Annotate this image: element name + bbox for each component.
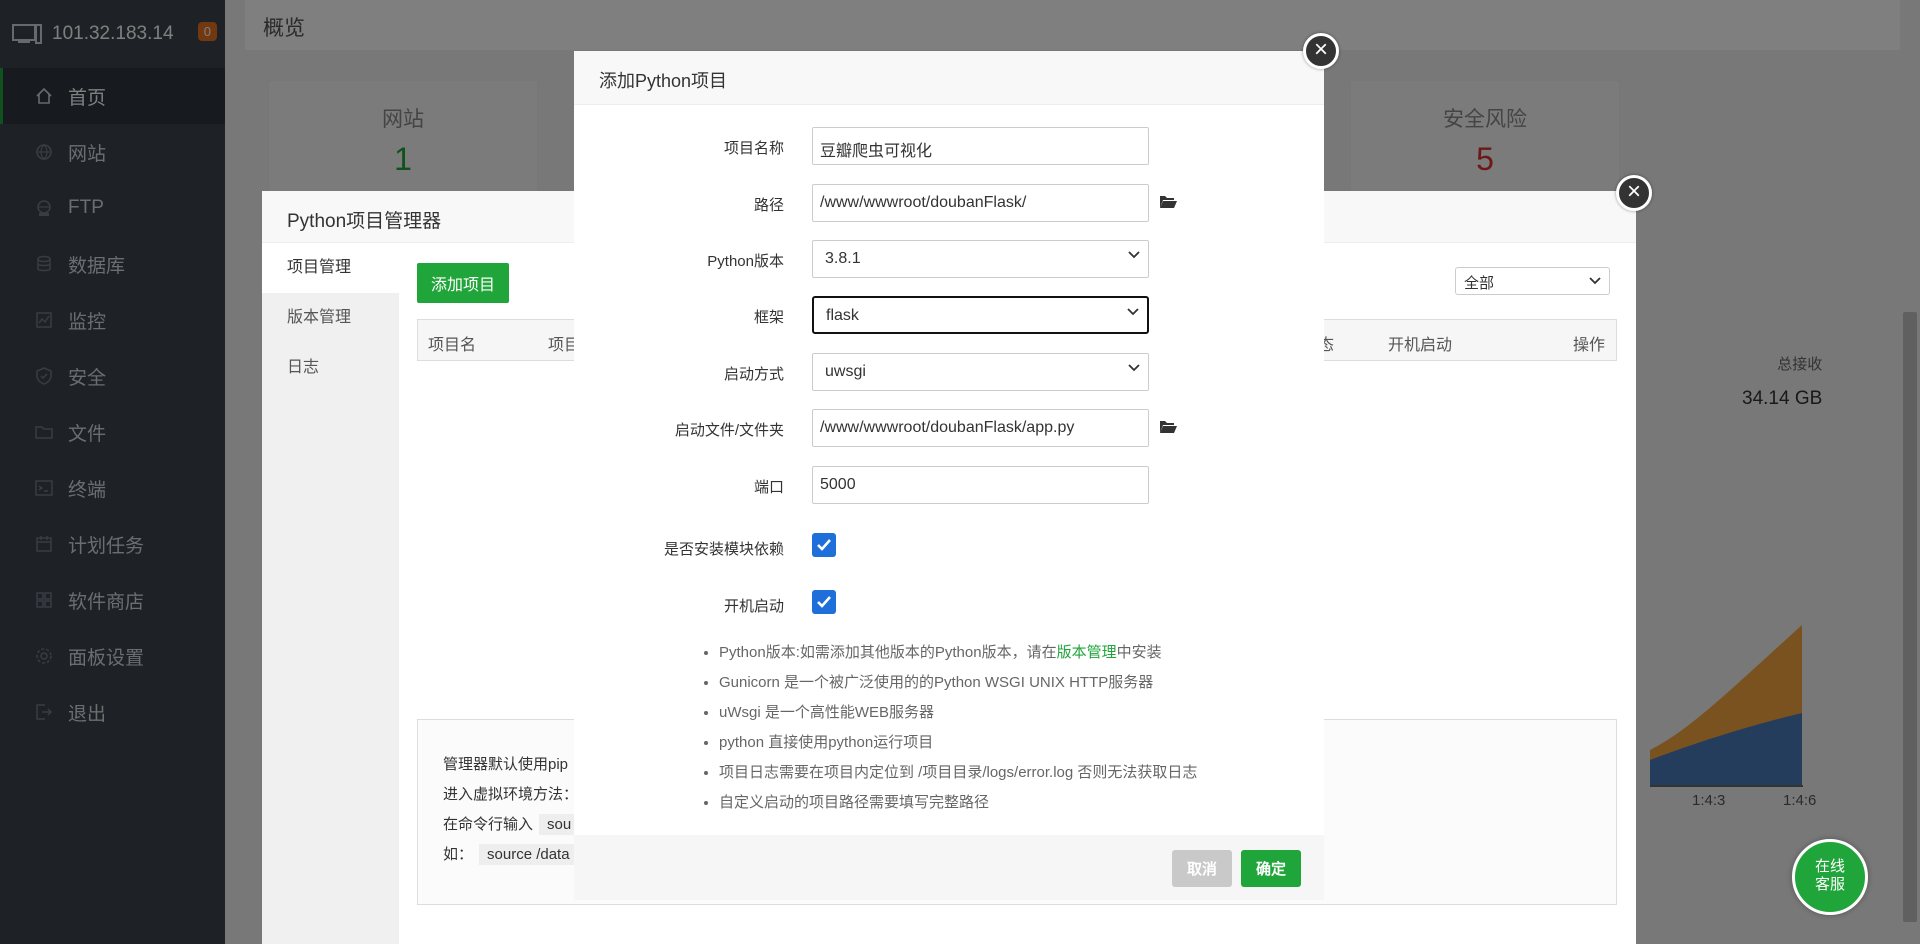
start-mode-select[interactable]: uwsgi bbox=[812, 353, 1149, 391]
select-value: flask bbox=[826, 307, 859, 324]
project-name-input[interactable]: 豆瓣爬虫可视化 bbox=[812, 127, 1149, 165]
version-management-link[interactable]: 版本管理 bbox=[1057, 644, 1117, 661]
online-service-button[interactable]: 在线 客服 bbox=[1792, 839, 1868, 915]
folder-open-icon[interactable] bbox=[1159, 194, 1177, 209]
checkmark-icon bbox=[817, 596, 831, 608]
tab-project-management[interactable]: 项目管理 bbox=[262, 243, 399, 293]
field-row-name: 项目名称 豆瓣爬虫可视化 bbox=[574, 127, 1324, 165]
tip-text: 在命令行输入 bbox=[443, 816, 534, 833]
field-row-start-mode: 启动方式 uwsgi bbox=[574, 353, 1324, 391]
help-item: Python版本:如需添加其他版本的Python版本，请在版本管理中安装 bbox=[719, 638, 1299, 668]
python-version-select[interactable]: 3.8.1 bbox=[812, 240, 1149, 278]
tab-logs[interactable]: 日志 bbox=[262, 343, 399, 393]
install-deps-checkbox[interactable] bbox=[812, 533, 836, 557]
help-list: Python版本:如需添加其他版本的Python版本，请在版本管理中安装 Gun… bbox=[719, 638, 1299, 818]
autostart-checkbox[interactable] bbox=[812, 590, 836, 614]
folder-open-icon[interactable] bbox=[1159, 419, 1177, 434]
online-service-line: 客服 bbox=[1814, 876, 1845, 893]
field-label: 框架 bbox=[753, 309, 784, 326]
close-icon: × bbox=[1626, 178, 1641, 205]
field-label: 启动文件/文件夹 bbox=[674, 422, 784, 439]
field-label: 项目名称 bbox=[723, 140, 784, 157]
field-row-install-deps: 是否安装模块依赖 bbox=[574, 528, 1324, 566]
checkmark-icon bbox=[817, 539, 831, 551]
chevron-down-icon bbox=[1127, 308, 1139, 316]
select-value: uwsgi bbox=[825, 363, 866, 380]
column-header: 项目名 bbox=[428, 337, 477, 354]
help-text: 中安装 bbox=[1116, 644, 1162, 661]
filter-select[interactable]: 全部 bbox=[1455, 267, 1610, 295]
field-row-framework: 框架 flask bbox=[574, 296, 1324, 334]
start-file-input[interactable]: /www/wwwroot/doubanFlask/app.py bbox=[812, 409, 1149, 447]
chevron-down-icon bbox=[1128, 364, 1140, 372]
framework-select[interactable]: flask bbox=[812, 296, 1149, 334]
help-item: 项目日志需要在项目内定位到 /项目目录/logs/error.log 否则无法获… bbox=[719, 758, 1299, 788]
tab-version-management[interactable]: 版本管理 bbox=[262, 293, 399, 343]
field-label: 启动方式 bbox=[723, 366, 784, 383]
field-label: 是否安装模块依赖 bbox=[663, 541, 784, 558]
field-row-python-version: Python版本 3.8.1 bbox=[574, 240, 1324, 278]
field-label: 端口 bbox=[753, 479, 784, 496]
help-item: Gunicorn 是一个被广泛使用的的Python WSGI UNIX HTTP… bbox=[719, 668, 1299, 698]
tip-code: source /data bbox=[479, 844, 578, 865]
path-input[interactable]: /www/wwwroot/doubanFlask/ bbox=[812, 184, 1149, 222]
online-service-line: 在线 bbox=[1814, 858, 1845, 875]
field-row-port: 端口 5000 bbox=[574, 466, 1324, 504]
close-icon: × bbox=[1313, 36, 1328, 63]
port-input[interactable]: 5000 bbox=[812, 466, 1149, 504]
field-label: 路径 bbox=[753, 197, 784, 214]
field-label: Python版本 bbox=[707, 253, 784, 270]
column-header: 开机启动 bbox=[1388, 337, 1453, 354]
confirm-button[interactable]: 确定 bbox=[1241, 850, 1301, 887]
cancel-button[interactable]: 取消 bbox=[1172, 850, 1232, 887]
add-python-project-dialog: 添加Python项目 项目名称 豆瓣爬虫可视化 路径 /www/wwwroot/… bbox=[574, 51, 1324, 900]
close-add-dialog-button[interactable]: × bbox=[1303, 33, 1339, 69]
chevron-down-icon bbox=[1128, 251, 1140, 259]
help-item: uWsgi 是一个高性能WEB服务器 bbox=[719, 698, 1299, 728]
field-label: 开机启动 bbox=[723, 598, 784, 615]
tip-text: 如： bbox=[443, 846, 474, 863]
help-item: python 直接使用python运行项目 bbox=[719, 728, 1299, 758]
help-text: Python版本:如需添加其他版本的Python版本，请在 bbox=[719, 644, 1057, 661]
chevron-down-icon bbox=[1589, 277, 1601, 285]
column-header: 操作 bbox=[1573, 337, 1606, 354]
dialog-footer: 取消 确定 bbox=[574, 835, 1324, 900]
manager-tabs: 项目管理 版本管理 日志 bbox=[262, 243, 399, 944]
help-item: 自定义启动的项目路径需要填写完整路径 bbox=[719, 788, 1299, 818]
select-value: 3.8.1 bbox=[825, 250, 861, 267]
close-manager-button[interactable]: × bbox=[1616, 175, 1652, 211]
filter-value: 全部 bbox=[1464, 275, 1495, 292]
field-row-path: 路径 /www/wwwroot/doubanFlask/ bbox=[574, 184, 1324, 222]
field-row-autostart: 开机启动 bbox=[574, 585, 1324, 623]
add-project-button[interactable]: 添加项目 bbox=[417, 263, 510, 303]
dialog-title: 添加Python项目 bbox=[574, 51, 1324, 105]
field-row-start-file: 启动文件/文件夹 /www/wwwroot/doubanFlask/app.py bbox=[574, 409, 1324, 447]
